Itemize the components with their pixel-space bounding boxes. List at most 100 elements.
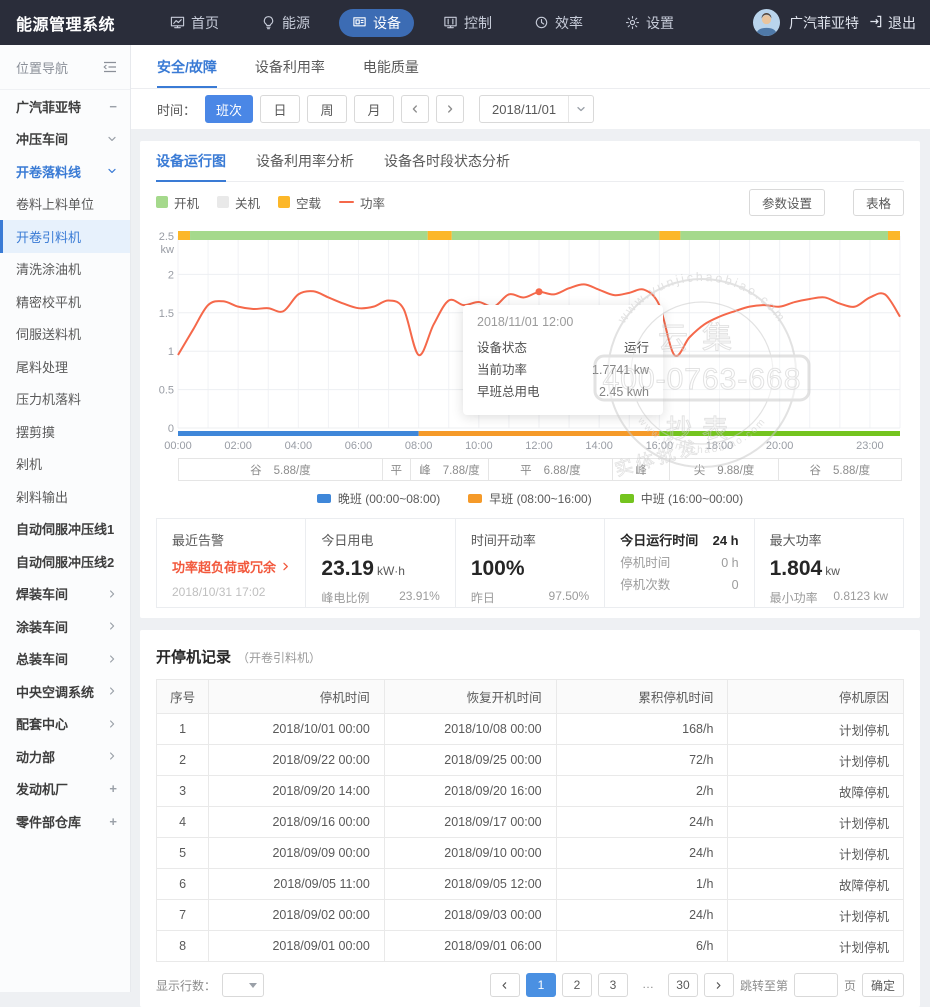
collapse-icon[interactable] [103, 61, 117, 73]
stat-recent-alarm: 最近告警 功率超负荷或冗余 2018/10/31 17:02 [157, 519, 305, 607]
nav-item-label: 设备 [373, 13, 401, 33]
sidebar-item-label: 压力机落料 [16, 389, 81, 408]
sidebar-item[interactable]: 摆剪摸 [0, 415, 130, 448]
nav-item-label: 控制 [464, 13, 492, 33]
legend-line-swatch [339, 201, 354, 203]
sidebar-item[interactable]: 配套中心 [0, 708, 130, 741]
nav-item-control[interactable]: 控制 [430, 9, 505, 37]
stop-record-card: 开停机记录（开卷引料机） 序号停机时间恢复开机时间累积停机时间停机原因 1201… [140, 630, 920, 1007]
navbar-user-area: 广汽菲亚特 退出 [753, 9, 930, 36]
sidebar-item[interactable]: 开卷落料线 [0, 155, 130, 188]
shift-legend-item: 晚班 (00:00~08:00) [317, 490, 440, 507]
logout-button[interactable]: 退出 [868, 13, 916, 33]
prev-date-button[interactable] [401, 95, 429, 123]
nav-item-energy[interactable]: 能源 [248, 9, 323, 37]
nav-item-efficiency[interactable]: 效率 [521, 9, 596, 37]
sidebar-item[interactable]: 精密校平机 [0, 285, 130, 318]
chevron-right-icon [281, 562, 290, 571]
legend-item: 功率 [339, 193, 385, 212]
stat-runtime: 今日运行时间24 h 停机时间0 h 停机次数0 [604, 519, 753, 607]
sidebar-item[interactable]: 中央空调系统 [0, 675, 130, 708]
sidebar-item-label: 精密校平机 [16, 292, 81, 311]
date-select[interactable]: 2018/11/01 [479, 95, 594, 123]
svg-text:kw: kw [161, 244, 175, 256]
nav-item-device[interactable]: 设备 [339, 9, 414, 37]
sidebar-item[interactable]: 剁机 [0, 448, 130, 481]
svg-text:23:00: 23:00 [856, 440, 884, 452]
time-mode-button[interactable]: 周 [307, 95, 347, 123]
table-row[interactable]: 42018/09/16 00:002018/09/17 00:0024/h计划停… [157, 807, 904, 838]
table-row[interactable]: 82018/09/01 00:002018/09/01 06:006/h计划停机 [157, 931, 904, 962]
confirm-button[interactable]: 确定 [862, 973, 904, 997]
user-name[interactable]: 广汽菲亚特 [789, 13, 859, 33]
svg-text:1: 1 [168, 346, 174, 358]
page-number-button[interactable]: 1 [526, 973, 556, 997]
sidebar-item[interactable]: 涂装车间 [0, 610, 130, 643]
today-energy-value: 23.19 [321, 557, 374, 580]
table-row[interactable]: 62018/09/05 11:002018/09/05 12:001/h故障停机 [157, 869, 904, 900]
next-date-button[interactable] [436, 95, 464, 123]
chart-tab[interactable]: 设备运行图 [156, 141, 226, 181]
chevron-right-icon [107, 589, 117, 599]
device-run-chart[interactable]: 00.511.522.5kw00:0002:0004:0006:0008:001… [156, 222, 904, 456]
rate-segment: 峰7.88/度 [411, 459, 490, 480]
avatar[interactable] [753, 9, 780, 36]
chart-tab[interactable]: 设备各时段状态分析 [384, 141, 510, 181]
shift-legend-item: 早班 (08:00~16:00) [468, 490, 591, 507]
page-number-button[interactable]: 2 [562, 973, 592, 997]
sidebar-item[interactable]: 冲压车间 [0, 123, 130, 156]
page-tab[interactable]: 设备利用率 [255, 45, 325, 88]
rate-segment: 谷5.88/度 [779, 459, 902, 480]
page-number-button[interactable]: 30 [668, 973, 698, 997]
page-tab[interactable]: 安全/故障 [157, 45, 217, 88]
sidebar-item[interactable]: 动力部 [0, 740, 130, 773]
sidebar-item[interactable]: 卷料上料单位 [0, 188, 130, 221]
sidebar-item[interactable]: 压力机落料 [0, 383, 130, 416]
params-settings-button[interactable]: 参数设置 [749, 189, 825, 216]
sidebar-item[interactable]: 剁料输出 [0, 480, 130, 513]
rate-segment: 谷5.88/度 [179, 459, 383, 480]
table-row[interactable]: 32018/09/20 14:002018/09/20 16:002/h故障停机 [157, 776, 904, 807]
legend-label: 功率 [360, 193, 385, 212]
table-row[interactable]: 52018/09/09 00:002018/09/10 00:0024/h计划停… [157, 838, 904, 869]
legend-label: 开机 [174, 193, 199, 212]
nav-item-settings[interactable]: 设置 [612, 9, 687, 37]
rate-segment: 平6.88/度 [489, 459, 612, 480]
table-row[interactable]: 12018/10/01 00:002018/10/08 00:00168/h计划… [157, 714, 904, 745]
sidebar-item[interactable]: 自动伺服冲压线2 [0, 545, 130, 578]
sidebar-item[interactable]: 清洗涂油机 [0, 253, 130, 286]
sidebar-item[interactable]: 伺服送料机 [0, 318, 130, 351]
page-number-button[interactable]: 3 [598, 973, 628, 997]
chevron-right-icon [107, 654, 117, 664]
table-row[interactable]: 72018/09/02 00:002018/09/03 00:0024/h计划停… [157, 900, 904, 931]
next-page-button[interactable] [704, 973, 734, 997]
svg-text:10:00: 10:00 [465, 440, 493, 452]
jump-page-input[interactable] [794, 973, 838, 997]
logout-icon [868, 14, 883, 32]
alarm-link[interactable]: 功率超负荷或冗余 [172, 557, 290, 576]
nav-item-home[interactable]: 首页 [157, 9, 232, 37]
sidebar-item[interactable]: 发动机厂+ [0, 773, 130, 806]
stats-row: 最近告警 功率超负荷或冗余 2018/10/31 17:02 今日用电 23.1… [156, 518, 904, 608]
sidebar-item[interactable]: 零件部仓库+ [0, 805, 130, 838]
sidebar-item[interactable]: 广汽菲亚特− [0, 90, 130, 123]
sidebar-item[interactable]: 开卷引料机 [0, 220, 130, 253]
time-mode-button[interactable]: 日 [260, 95, 300, 123]
control-icon [443, 15, 458, 30]
prev-page-button[interactable] [490, 973, 520, 997]
time-mode-button[interactable]: 月 [354, 95, 394, 123]
page-tab[interactable]: 电能质量 [363, 45, 419, 88]
time-mode-button[interactable]: 班次 [205, 95, 253, 123]
sidebar-item[interactable]: 总装车间 [0, 643, 130, 676]
table-view-button[interactable]: 表格 [853, 189, 904, 216]
rows-per-page-select[interactable] [222, 973, 264, 997]
sidebar-item[interactable]: 尾料处理 [0, 350, 130, 383]
sidebar-item[interactable]: 焊装车间 [0, 578, 130, 611]
app-logo: 能源管理系统 [0, 11, 133, 35]
table-row[interactable]: 22018/09/22 00:002018/09/25 00:0072/h计划停… [157, 745, 904, 776]
date-value: 2018/11/01 [480, 102, 568, 117]
sidebar-item[interactable]: 自动伺服冲压线1 [0, 513, 130, 546]
pager-controls: 123…30 跳转至第 页 确定 [490, 973, 904, 997]
sidebar-item-label: 尾料处理 [16, 357, 68, 376]
chart-tab[interactable]: 设备利用率分析 [256, 141, 354, 181]
